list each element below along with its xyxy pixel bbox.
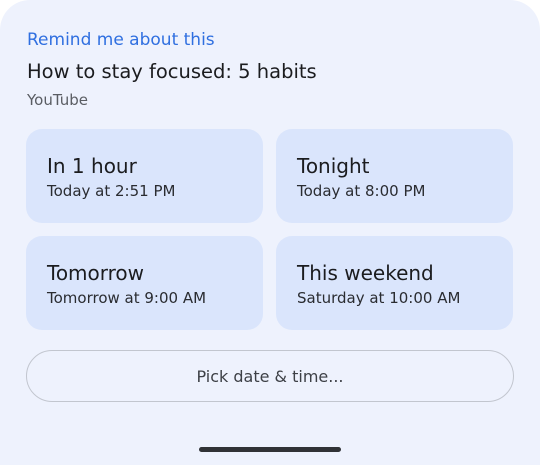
option-tonight[interactable]: Tonight Today at 8:00 PM — [276, 129, 513, 223]
option-label: In 1 hour — [47, 154, 137, 178]
pick-date-time-button[interactable]: Pick date & time... — [26, 350, 514, 402]
reminder-bottom-sheet: Remind me about this How to stay focused… — [0, 0, 540, 465]
sheet-heading: Remind me about this — [27, 30, 215, 50]
option-label: Tomorrow — [47, 261, 145, 285]
option-tomorrow[interactable]: Tomorrow Tomorrow at 9:00 AM — [26, 236, 263, 330]
option-label: This weekend — [297, 261, 434, 285]
content-source: YouTube — [27, 91, 88, 109]
option-time: Tomorrow at 9:00 AM — [47, 289, 207, 307]
option-label: Tonight — [297, 154, 370, 178]
option-in-1-hour[interactable]: In 1 hour Today at 2:51 PM — [26, 129, 263, 223]
option-this-weekend[interactable]: This weekend Saturday at 10:00 AM — [276, 236, 513, 330]
option-time: Today at 8:00 PM — [297, 182, 426, 200]
option-time: Today at 2:51 PM — [47, 182, 176, 200]
option-time: Saturday at 10:00 AM — [297, 289, 461, 307]
navigation-gesture-handle[interactable] — [199, 447, 341, 452]
content-title: How to stay focused: 5 habits — [27, 60, 317, 83]
